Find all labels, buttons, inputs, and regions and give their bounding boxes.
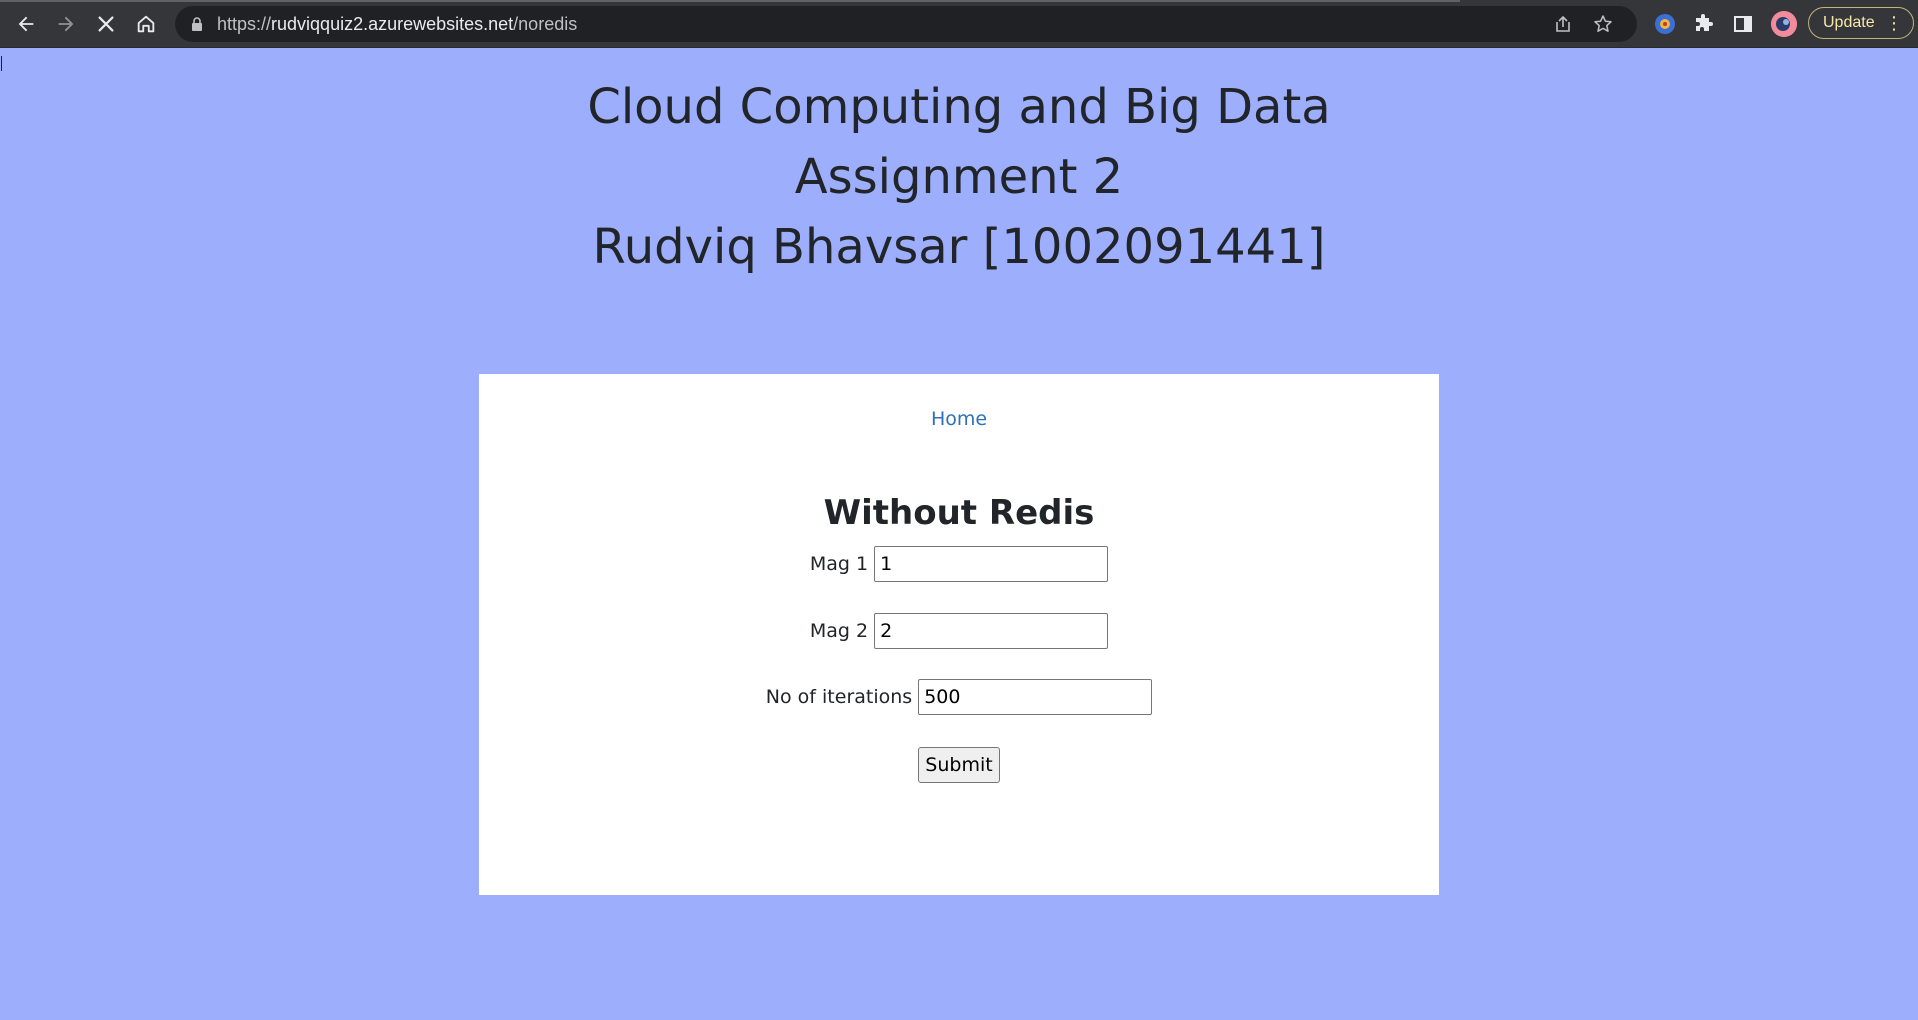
update-label: Update [1823, 14, 1875, 31]
url-path: /noredis [513, 14, 578, 34]
home-link[interactable]: Home [931, 408, 987, 430]
star-icon[interactable] [1593, 14, 1613, 34]
mag1-input[interactable] [874, 546, 1109, 582]
home-button[interactable] [130, 8, 162, 40]
lock-icon[interactable] [189, 16, 205, 32]
back-icon [18, 16, 34, 32]
mag2-input[interactable] [874, 613, 1109, 649]
iterations-input[interactable] [918, 679, 1153, 715]
home-link-row: Home [479, 407, 1439, 431]
stop-icon [98, 16, 114, 32]
iterations-label: No of iterations [765, 686, 913, 708]
stop-loading-button[interactable] [90, 8, 122, 40]
back-button[interactable] [10, 8, 42, 40]
browser-toolbar: https://rudviqquiz2.azurewebsites.net/no… [0, 0, 1918, 48]
url-text[interactable]: https://rudviqquiz2.azurewebsites.net/no… [217, 14, 577, 34]
update-button[interactable]: Update ⋮ [1808, 7, 1914, 39]
share-icon[interactable] [1553, 14, 1573, 34]
profile-avatar[interactable] [1771, 11, 1797, 37]
forward-button[interactable] [50, 8, 82, 40]
text-cursor [1, 56, 2, 71]
extension-icon[interactable] [1653, 12, 1677, 36]
forward-icon [58, 16, 74, 32]
side-panel-icon[interactable] [1731, 12, 1755, 36]
page-title-line-2: Assignment 2 [794, 149, 1124, 205]
mag1-label: Mag 1 [809, 553, 869, 575]
address-bar[interactable]: https://rudviqquiz2.azurewebsites.net/no… [175, 6, 1637, 42]
page-title-line-1: Cloud Computing and Big Data [587, 79, 1331, 135]
submit-button[interactable]: Submit [918, 747, 1000, 783]
iterations-row: No of iterations [479, 679, 1439, 715]
section-title: Without Redis [823, 493, 1095, 533]
home-icon [137, 15, 155, 33]
url-scheme: https:// [217, 14, 272, 34]
form-card: Home Without Redis Mag 1 Mag 2 No of ite… [479, 374, 1439, 895]
page-header: Cloud Computing and Big Data Assignment … [0, 72, 1918, 282]
page-title-line-3: Rudviq Bhavsar [1002091441] [592, 219, 1326, 275]
avatar-image [1771, 11, 1797, 37]
browser-menu-icon[interactable]: ⋮ [1885, 8, 1903, 38]
url-host: rudviqquiz2.azurewebsites.net [271, 14, 514, 34]
loading-progress-bar [0, 0, 1460, 2]
puzzle-icon[interactable] [1692, 12, 1716, 36]
mag1-row: Mag 1 [479, 546, 1439, 582]
mag2-row: Mag 2 [479, 613, 1439, 649]
mag2-label: Mag 2 [809, 620, 869, 642]
